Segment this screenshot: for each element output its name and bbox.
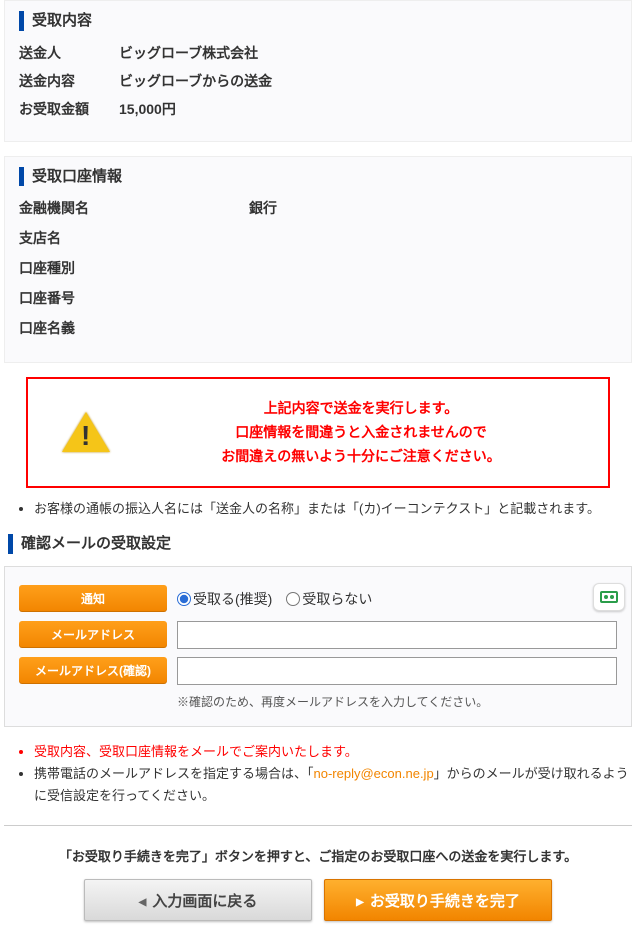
notify-row: 通知 受取る(推奨) 受取らない — [19, 585, 617, 613]
content-value: ビッグローブからの送金 — [119, 71, 617, 91]
branch-row: 支店名 — [19, 228, 617, 248]
type-row: 口座種別 — [19, 258, 617, 278]
back-button[interactable]: 入力画面に戻る — [84, 879, 312, 921]
mail-header: 確認メールの受取設定 — [8, 534, 632, 554]
holder-row: 口座名義 — [19, 318, 617, 338]
amount-row: お受取金額 15,000円 — [19, 99, 617, 119]
type-value — [249, 258, 617, 278]
bottom-instruction: 「お受取り手続きを完了」ボタンを押すと、ご指定のお受取口座への送金を実行します。 — [4, 846, 632, 865]
email-row: メールアドレス — [19, 621, 617, 649]
holder-value — [249, 318, 617, 338]
radio-not[interactable]: 受取らない — [286, 589, 372, 609]
radio-receive[interactable]: 受取る(推奨) — [177, 589, 272, 609]
receipt-header: 受取内容 — [19, 11, 617, 31]
email-confirm-row: メールアドレス(確認) — [19, 657, 617, 685]
account-header: 受取口座情報 — [19, 167, 617, 187]
holder-label: 口座名義 — [19, 318, 249, 338]
number-label: 口座番号 — [19, 288, 249, 308]
email-confirm-tag: メールアドレス(確認) — [19, 657, 167, 684]
warning-icon: ! — [62, 412, 110, 454]
content-row: 送金内容 ビッグローブからの送金 — [19, 71, 617, 91]
bank-row: 金融機関名 銀行 — [19, 198, 617, 218]
notify-tag: 通知 — [19, 585, 167, 612]
radio-not-input[interactable] — [286, 592, 300, 606]
receipt-section: 受取内容 送金人 ビッグローブ株式会社 送金内容 ビッグローブからの送金 お受取… — [4, 0, 632, 142]
warning-text: 上記内容で送金を実行します。 口座情報を間違うと入金されませんので お間違えの無… — [128, 397, 594, 468]
branch-value — [249, 228, 617, 248]
account-section: 受取口座情報 金融機関名 銀行 支店名 口座種別 口座番号 口座名義 — [4, 156, 632, 364]
amount-label: お受取金額 — [19, 99, 119, 119]
warning-line2: 口座情報を間違うと入金されませんので — [128, 421, 594, 445]
note2a: 受取内容、受取口座情報をメールでご案内いたします。 — [34, 741, 632, 763]
radio-receive-input[interactable] — [177, 592, 191, 606]
sender-label: 送金人 — [19, 43, 119, 63]
radio-receive-label: 受取る(推奨) — [193, 589, 272, 609]
divider — [4, 825, 632, 826]
type-label: 口座種別 — [19, 258, 249, 278]
radio-not-label: 受取らない — [302, 589, 372, 609]
warning-line1: 上記内容で送金を実行します。 — [128, 397, 594, 421]
chevron-left-icon — [139, 892, 147, 909]
sender-row: 送金人 ビッグローブ株式会社 — [19, 43, 617, 63]
note-list-1: お客様の通帳の振込人名には「送金人の名称」または「(カ)イーコンテクスト」と記載… — [4, 498, 632, 520]
button-row: 入力画面に戻る お受取り手続きを完了 — [4, 879, 632, 945]
note2b-pre: 携帯電話のメールアドレスを指定する場合は、「 — [34, 766, 314, 781]
chevron-right-icon — [356, 892, 364, 909]
branch-label: 支店名 — [19, 228, 249, 248]
bank-value: 銀行 — [249, 198, 617, 218]
note-list-2: 受取内容、受取口座情報をメールでご案内いたします。 携帯電話のメールアドレスを指… — [4, 741, 632, 807]
sender-value: ビッグローブ株式会社 — [119, 43, 617, 63]
bank-label: 金融機関名 — [19, 198, 249, 218]
amount-value: 15,000円 — [119, 99, 617, 119]
content-label: 送金内容 — [19, 71, 119, 91]
number-row: 口座番号 — [19, 288, 617, 308]
note1: お客様の通帳の振込人名には「送金人の名称」または「(カ)イーコンテクスト」と記載… — [34, 498, 632, 520]
note2b: 携帯電話のメールアドレスを指定する場合は、「no-reply@econ.ne.j… — [34, 763, 632, 807]
noreply-link[interactable]: no-reply@econ.ne.jp — [314, 766, 434, 781]
mail-settings-box: 通知 受取る(推奨) 受取らない メールアドレス メールアドレス(確認) ※確認… — [4, 566, 632, 727]
password-manager-icon[interactable] — [593, 583, 625, 611]
email-tag: メールアドレス — [19, 621, 167, 648]
warning-line3: お間違えの無いよう十分にご注意ください。 — [128, 445, 594, 469]
back-button-label: 入力画面に戻る — [152, 890, 257, 911]
warning-box: ! 上記内容で送金を実行します。 口座情報を間違うと入金されませんので お間違え… — [26, 377, 610, 488]
number-value — [249, 288, 617, 308]
submit-button-label: お受取り手続きを完了 — [370, 890, 520, 911]
submit-button[interactable]: お受取り手続きを完了 — [324, 879, 552, 921]
mail-confirm-note: ※確認のため、再度メールアドレスを入力してください。 — [177, 693, 617, 710]
email-confirm-input[interactable] — [177, 657, 617, 685]
email-input[interactable] — [177, 621, 617, 649]
notify-radio-group: 受取る(推奨) 受取らない — [177, 589, 372, 609]
